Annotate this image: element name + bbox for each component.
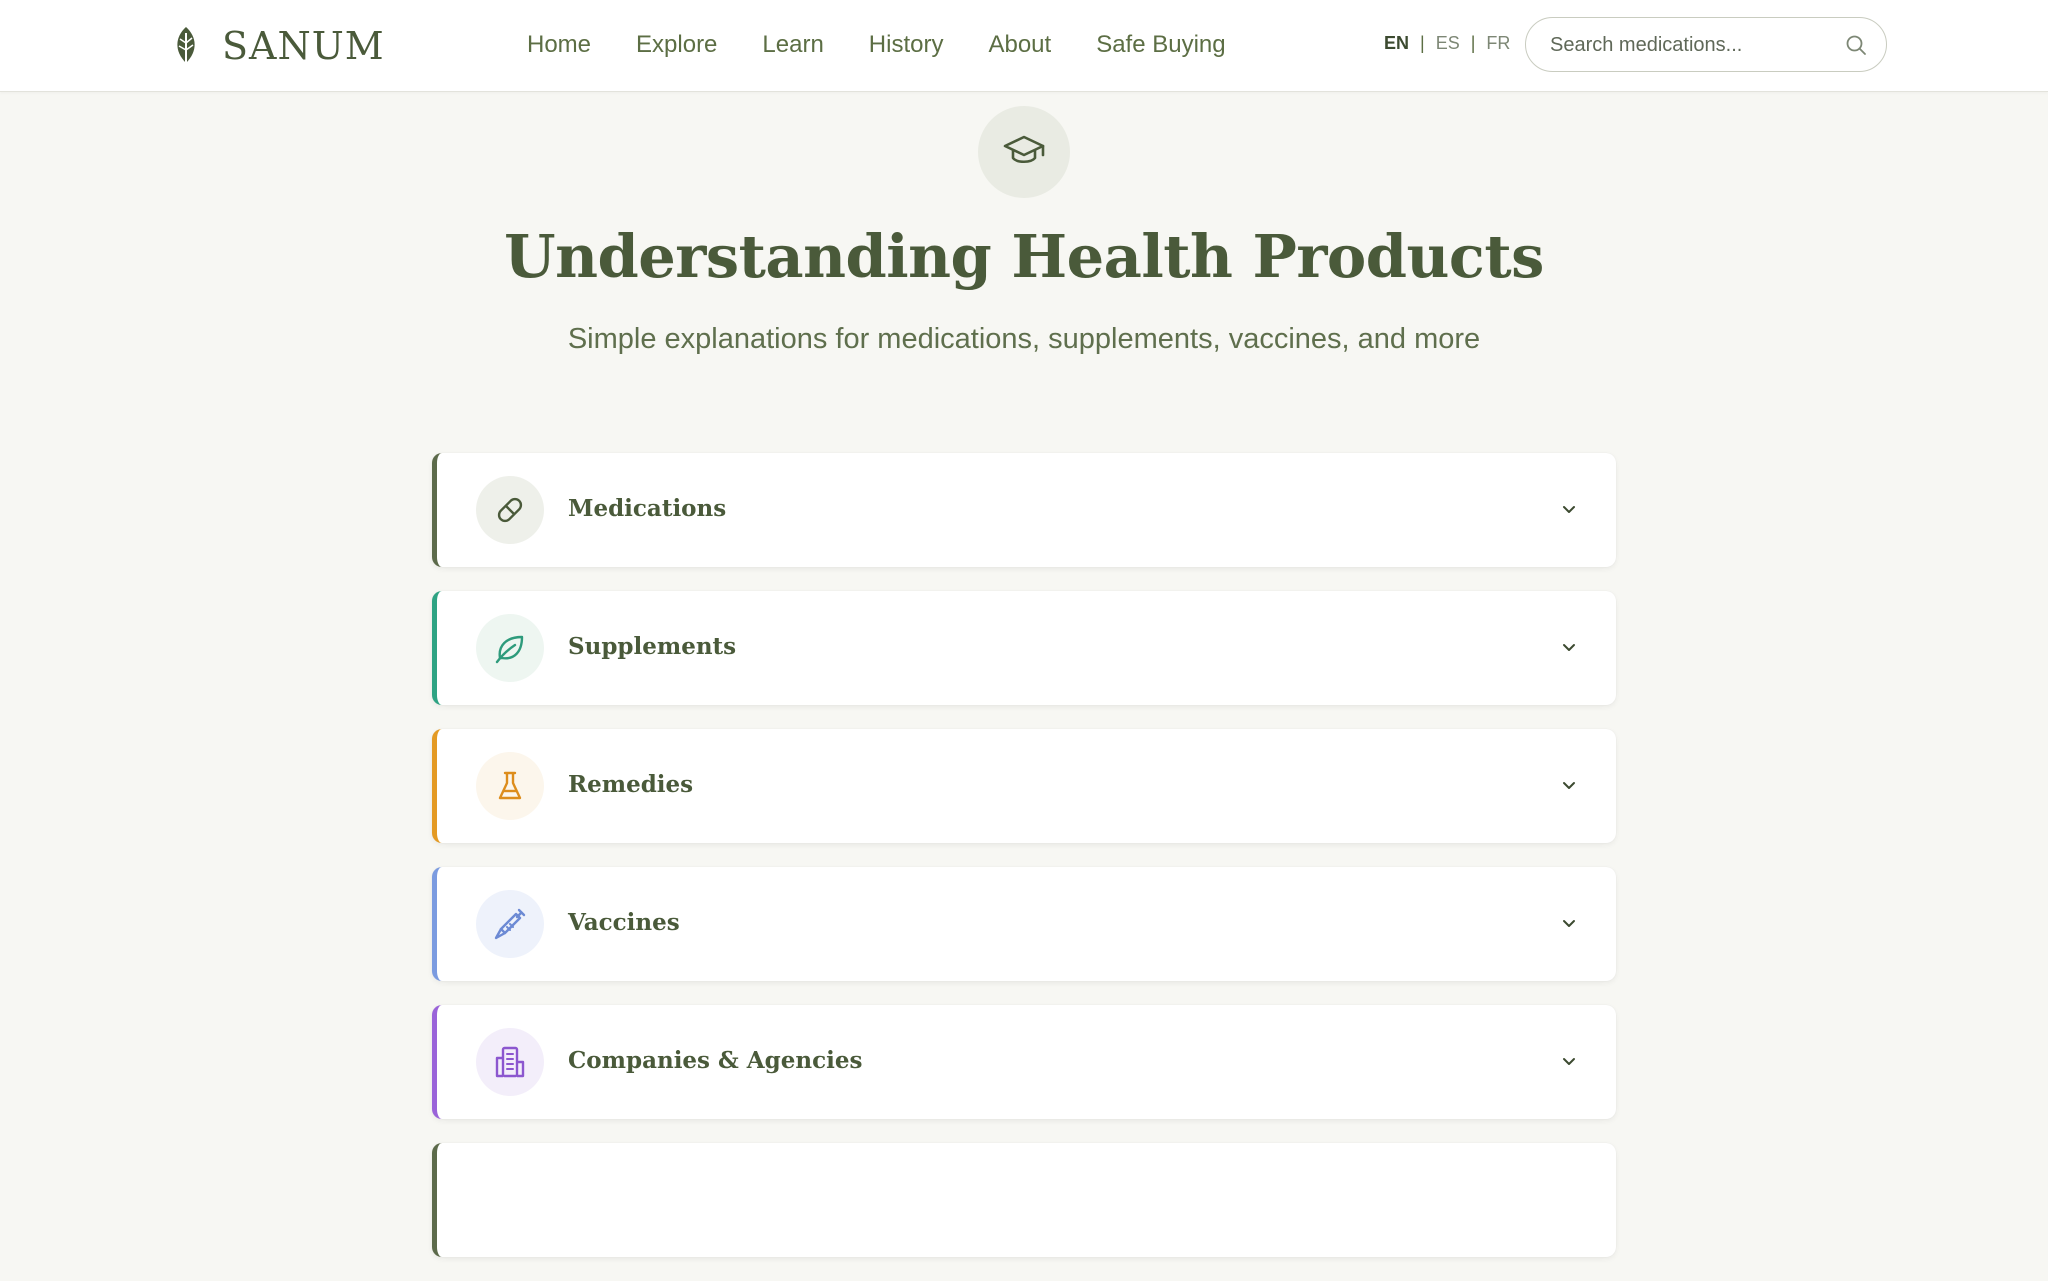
nav-about[interactable]: About [988, 27, 1051, 63]
chevron-down-icon[interactable] [1560, 776, 1578, 798]
nav-explore[interactable]: Explore [636, 27, 717, 63]
chevron-down-icon[interactable] [1560, 500, 1578, 522]
lang-separator: | [1470, 33, 1476, 53]
accordion-label: Companies & Agencies [568, 1047, 863, 1074]
lang-es[interactable]: ES [1436, 33, 1460, 54]
search-input[interactable] [1548, 28, 1842, 62]
leaf-icon [172, 25, 200, 67]
accordion-label: Remedies [568, 771, 694, 798]
chevron-down-icon[interactable] [1560, 1052, 1578, 1074]
nav-safe-buying[interactable]: Safe Buying [1096, 27, 1225, 63]
lang-en[interactable]: EN [1384, 33, 1409, 54]
accordion-label: Medications [568, 495, 727, 522]
page-subtitle: Simple explanations for medications, sup… [567, 323, 1481, 355]
syringe-icon [476, 890, 544, 958]
search-box [1525, 17, 1887, 72]
accordion-item-medications[interactable]: Medications [432, 453, 1616, 567]
accordion-item-supplements[interactable]: Supplements [432, 591, 1616, 705]
building-icon [476, 1028, 544, 1096]
lang-separator: | [1420, 33, 1425, 53]
category-accordion: Medications Supplements Remedies Vaccine… [432, 453, 1616, 1281]
leaf-icon [476, 614, 544, 682]
page-title: Understanding Health Products [504, 222, 1544, 291]
graduation-cap-icon [1002, 133, 1046, 171]
accordion-item-partial[interactable] [432, 1143, 1616, 1257]
site-header: SANUM Home Explore Learn History About S… [0, 0, 2048, 92]
nav-history[interactable]: History [869, 27, 944, 63]
accordion-label: Supplements [568, 633, 737, 660]
lang-fr[interactable]: FR [1486, 33, 1510, 54]
chevron-down-icon[interactable] [1560, 914, 1578, 936]
search-icon[interactable] [1844, 33, 1868, 61]
brand-logo[interactable]: SANUM [172, 20, 385, 72]
accordion-label: Vaccines [568, 909, 680, 936]
flask-icon [476, 752, 544, 820]
chevron-down-icon[interactable] [1560, 638, 1578, 660]
accordion-item-companies-agencies[interactable]: Companies & Agencies [432, 1005, 1616, 1119]
language-switcher: EN | ES | FR [1384, 33, 1510, 54]
nav-home[interactable]: Home [527, 27, 591, 63]
accordion-item-remedies[interactable]: Remedies [432, 729, 1616, 843]
accordion-item-vaccines[interactable]: Vaccines [432, 867, 1616, 981]
brand-name: SANUM [222, 24, 385, 68]
hero-badge [978, 106, 1070, 198]
pill-icon [476, 476, 544, 544]
nav-learn[interactable]: Learn [762, 27, 823, 63]
main-nav: Home Explore Learn History About Safe Bu… [527, 27, 1271, 63]
